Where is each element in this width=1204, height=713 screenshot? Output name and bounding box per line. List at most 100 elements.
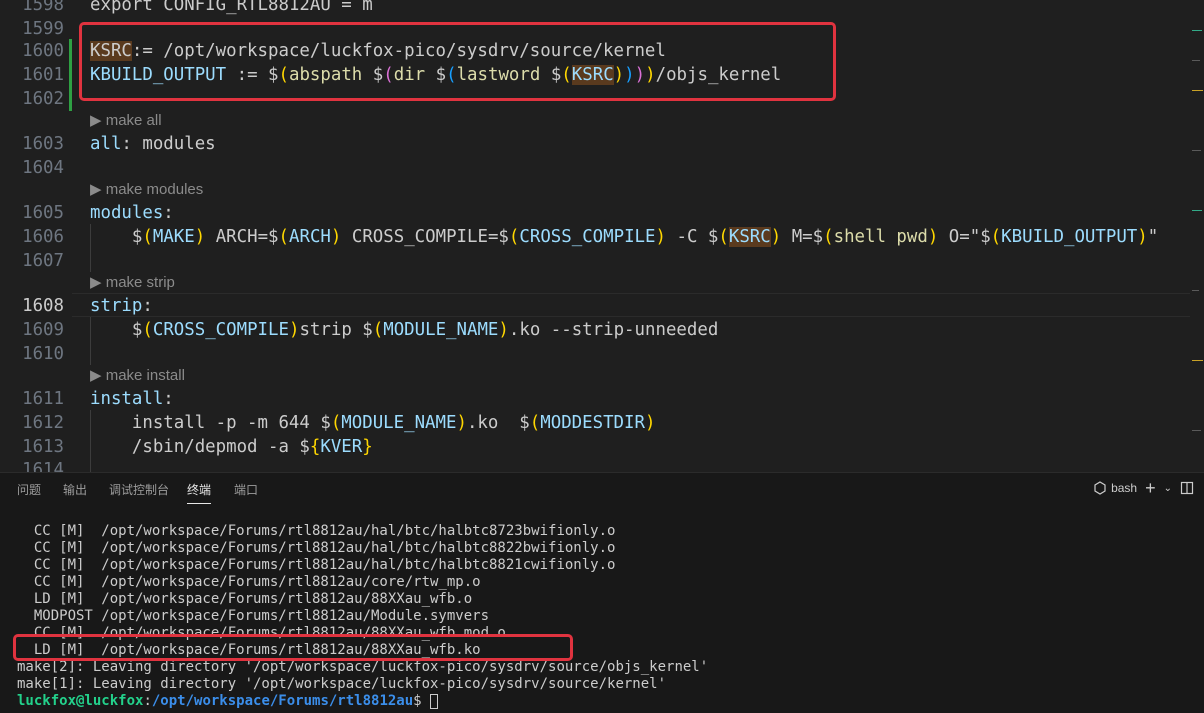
codelens-make-strip[interactable]: ▶ make strip — [90, 273, 175, 293]
minimap[interactable] — [1190, 0, 1204, 472]
terminal-output-line: CC [M] /opt/workspace/Forums/rtl8812au/c… — [17, 574, 481, 590]
code-token: MAKE — [152, 227, 195, 247]
code-text: modules: — [90, 201, 174, 225]
code-line[interactable]: 1598 export CONFIG_RTL8812AU = m — [0, 0, 1190, 17]
line-number: 1600 — [22, 41, 64, 61]
line-number: 1602 — [22, 89, 64, 109]
line-number: 1605 — [22, 203, 64, 223]
terminal-output-line: make[1]: Leaving directory '/opt/workspa… — [17, 676, 667, 692]
code-line[interactable]: 1608 strip: — [0, 294, 1190, 318]
terminal-prompt-line[interactable]: luckfox@luckfox:/opt/workspace/Forums/rt… — [17, 693, 439, 710]
chevron-down-icon[interactable]: ⌄ — [1164, 483, 1172, 494]
code-text: install -p -m 644 $(MODULE_NAME).ko $(MO… — [90, 411, 656, 435]
code-token: ( — [278, 227, 289, 247]
code-token: .ko --strip-unneeded — [508, 320, 719, 340]
code-token: export CONFIG_RTL8812AU = m — [90, 0, 373, 15]
line-number: 1608 — [22, 296, 64, 316]
code-line[interactable]: 1609 $(CROSS_COMPILE)strip $(MODULE_NAME… — [0, 318, 1190, 342]
annotation-highlight-box — [13, 634, 573, 661]
terminal-output-line: CC [M] /opt/workspace/Forums/rtl8812au/h… — [17, 523, 616, 539]
terminal-shell-icon — [1094, 481, 1106, 495]
prompt-user: luckfox@luckfox — [17, 693, 144, 709]
code-token: strip $ — [299, 320, 373, 340]
code-token: { — [309, 437, 321, 457]
code-line[interactable]: 1610 — [0, 342, 1190, 366]
code-text: all: modules — [90, 132, 216, 156]
code-token: ) — [770, 227, 782, 247]
code-token: ) — [1137, 227, 1148, 247]
codelens-make-install[interactable]: ▶ make install — [90, 366, 185, 386]
code-token: ) — [655, 227, 666, 247]
code-token: ( — [508, 227, 520, 247]
line-number: 1607 — [22, 251, 64, 271]
code-token: MODDESTDIR — [540, 413, 645, 433]
new-terminal-plus-icon[interactable]: + — [1145, 479, 1156, 497]
code-token: ( — [823, 227, 834, 247]
code-token: install — [90, 389, 164, 409]
codelens-make-modules[interactable]: ▶ make modules — [90, 180, 203, 200]
code-token: CROSS_COMPILE=$ — [341, 227, 509, 247]
line-number: 1611 — [22, 389, 64, 409]
code-line[interactable]: 1605 modules: — [0, 201, 1190, 225]
code-line[interactable]: 1612 install -p -m 644 $(MODULE_NAME).ko… — [0, 411, 1190, 435]
terminal-shell-selector[interactable]: bash — [1093, 481, 1137, 495]
code-token: ) — [194, 227, 206, 247]
line-number: 1609 — [22, 320, 64, 340]
tab-terminal[interactable]: 终端 — [187, 481, 212, 504]
code-token: ) — [288, 320, 300, 340]
terminal-output-line: MODPOST /opt/workspace/Forums/rtl8812au/… — [17, 608, 490, 624]
code-token: ( — [142, 227, 153, 247]
code-text: $(CROSS_COMPILE)strip $(MODULE_NAME).ko … — [90, 318, 718, 342]
code-text: $(MAKE) ARCH=$(ARCH) CROSS_COMPILE=$(CRO… — [90, 225, 1158, 249]
code-line[interactable]: 1606 $(MAKE) ARCH=$(ARCH) CROSS_COMPILE=… — [0, 225, 1190, 249]
code-token: ARCH — [289, 227, 331, 247]
tab-ports[interactable]: 端口 — [234, 481, 258, 499]
prompt-symbol: $ — [413, 693, 431, 709]
code-token: CROSS_COMPILE — [152, 320, 289, 340]
line-number: 1610 — [22, 344, 64, 364]
code-line[interactable]: 1604 — [0, 156, 1190, 180]
code-line[interactable]: 1611 install: — [0, 387, 1190, 411]
line-number: 1604 — [22, 158, 64, 178]
tab-output[interactable]: 输出 — [63, 481, 87, 499]
code-token: " — [1147, 227, 1159, 247]
code-token: ( — [529, 413, 541, 433]
line-number: 1599 — [22, 19, 64, 39]
tab-debug-console[interactable]: 调试控制台 — [109, 481, 169, 499]
annotation-highlight-box — [79, 22, 836, 101]
line-number: 1614 — [22, 460, 64, 472]
code-token: ) — [330, 227, 342, 247]
code-token: modules — [90, 203, 164, 223]
split-terminal-icon[interactable] — [1180, 481, 1194, 495]
code-editor[interactable]: 1598 export CONFIG_RTL8812AU = m 1599 1600 K… — [0, 0, 1204, 472]
code-line[interactable]: 1613 /sbin/depmod -a ${KVER} — [0, 435, 1190, 459]
code-line[interactable]: 1607 — [0, 249, 1190, 273]
line-number: 1606 — [22, 227, 64, 247]
tab-problems[interactable]: 问题 — [17, 481, 41, 499]
code-token: O="$ — [938, 227, 991, 247]
code-line[interactable]: 1614 — [0, 458, 1190, 472]
code-token: $ — [90, 227, 143, 247]
code-token: ) — [498, 320, 509, 340]
code-text: /sbin/depmod -a ${KVER} — [90, 435, 373, 459]
code-text: strip: — [90, 294, 153, 318]
code-token: } — [362, 437, 373, 457]
terminal-output-line: make[2]: Leaving directory '/opt/workspa… — [17, 659, 709, 675]
terminal-output-line: CC [M] /opt/workspace/Forums/rtl8812au/h… — [17, 557, 616, 573]
code-text: install: — [90, 387, 174, 411]
terminal-output-line: LD [M] /opt/workspace/Forums/rtl8812au/8… — [17, 591, 473, 607]
code-token: CROSS_COMPILE — [519, 227, 656, 247]
code-token: all — [90, 134, 122, 154]
line-number: 1613 — [22, 437, 64, 457]
code-text: export CONFIG_RTL8812AU = m — [90, 0, 373, 17]
code-token: ( — [718, 227, 729, 247]
code-token: ( — [330, 413, 342, 433]
code-token: MODULE_NAME — [341, 413, 457, 433]
code-token: .ko $ — [466, 413, 530, 433]
codelens-make-all[interactable]: ▶ make all — [90, 111, 162, 131]
code-token: MODULE_NAME — [383, 320, 499, 340]
code-token: ) — [927, 227, 939, 247]
code-line[interactable]: 1603 all: modules — [0, 132, 1190, 156]
code-token: ( — [372, 320, 384, 340]
line-number: 1603 — [22, 134, 64, 154]
